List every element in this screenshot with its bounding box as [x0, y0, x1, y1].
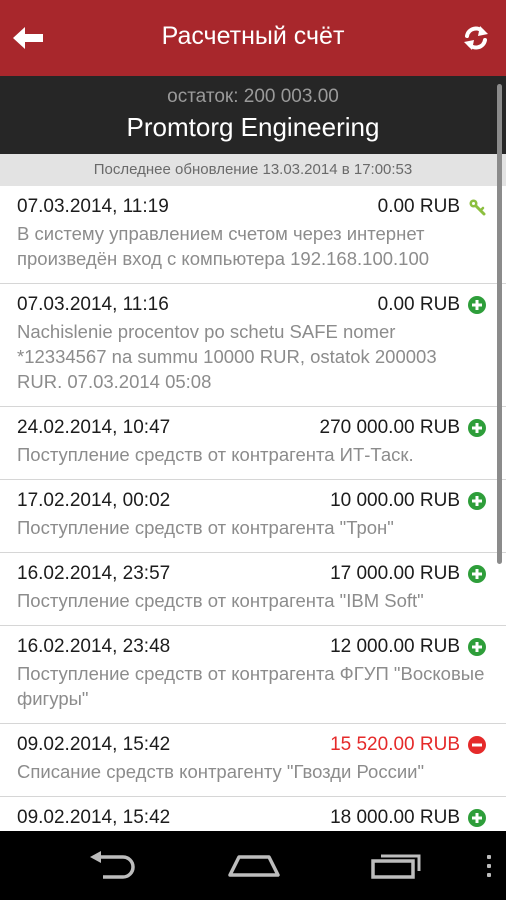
transaction-row[interactable]: 09.02.2014, 15:42 15 520.00 RUB Списание…	[0, 724, 506, 797]
minus-circle-icon	[468, 736, 486, 754]
transaction-row[interactable]: 17.02.2014, 00:02 10 000.00 RUB Поступле…	[0, 480, 506, 553]
transaction-amount: 0.00 RUB	[377, 196, 460, 217]
transaction-amount: 17 000.00 RUB	[330, 563, 460, 584]
nav-home-icon	[228, 855, 280, 877]
key-icon	[468, 198, 486, 216]
nav-recents-icon	[371, 854, 421, 879]
transaction-amount: 18 000.00 RUB	[330, 807, 460, 828]
transaction-description: Списание средств контрагенту "Гвозди Рос…	[17, 761, 425, 782]
transaction-date: 07.03.2014, 11:19	[17, 196, 169, 217]
plus-circle-icon	[468, 419, 486, 437]
transaction-row[interactable]: 16.02.2014, 23:57 17 000.00 RUB Поступле…	[0, 553, 506, 626]
transaction-row[interactable]: 09.02.2014, 15:42 18 000.00 RUB	[0, 797, 506, 831]
transaction-description: Nachislenie procentov po schetu SAFE nom…	[17, 321, 437, 392]
transaction-date: 09.02.2014, 15:42	[17, 807, 171, 828]
transaction-amount: 12 000.00 RUB	[330, 636, 460, 657]
nav-back-button[interactable]	[86, 849, 138, 881]
transaction-row[interactable]: 07.03.2014, 11:16 0.00 RUB Nachislenie p…	[0, 284, 506, 407]
system-navigation-bar	[0, 831, 506, 900]
transaction-amount: 10 000.00 RUB	[330, 490, 460, 511]
plus-circle-icon	[468, 492, 486, 510]
page-title: Расчетный счёт	[161, 22, 345, 50]
transaction-description: Поступление средств от контрагента ИТ-Та…	[17, 444, 414, 465]
app-bar: Расчетный счёт	[0, 0, 506, 76]
transaction-amount: 270 000.00 RUB	[319, 417, 461, 438]
refresh-button[interactable]	[460, 22, 492, 54]
overflow-menu-icon[interactable]	[486, 855, 492, 877]
transaction-row[interactable]: 07.03.2014, 11:19 0.00 RUB В систему упр…	[0, 186, 506, 284]
transaction-description: Поступление средств от контрагента "Трон…	[17, 517, 394, 538]
nav-recents-button[interactable]	[370, 849, 424, 881]
scrollbar[interactable]	[497, 84, 502, 564]
transaction-date: 09.02.2014, 15:42	[17, 734, 171, 755]
transaction-date: 16.02.2014, 23:48	[17, 636, 171, 657]
transaction-date: 16.02.2014, 23:57	[17, 563, 171, 584]
account-header: остаток: 200 003.00 Promtorg Engineering	[0, 76, 506, 154]
transaction-list[interactable]: 07.03.2014, 11:19 0.00 RUB В систему упр…	[0, 186, 506, 831]
plus-circle-icon	[468, 638, 486, 656]
transaction-amount: 15 520.00 RUB	[330, 734, 460, 755]
transaction-description: Поступление средств от контрагента ФГУП …	[17, 663, 485, 709]
transaction-description: Поступление средств от контрагента "IBM …	[17, 590, 424, 611]
transaction-date: 07.03.2014, 11:16	[17, 294, 169, 315]
account-balance: остаток: 200 003.00	[167, 86, 339, 107]
nav-home-button[interactable]	[226, 849, 282, 881]
plus-circle-icon	[468, 565, 486, 583]
nav-back-icon	[90, 851, 135, 879]
refresh-icon	[464, 26, 488, 50]
plus-circle-icon	[468, 296, 486, 314]
transaction-date: 17.02.2014, 00:02	[17, 490, 171, 511]
transaction-description: В систему управлением счетом через интер…	[17, 223, 430, 269]
transaction-date: 24.02.2014, 10:47	[17, 417, 171, 438]
transaction-row[interactable]: 16.02.2014, 23:48 12 000.00 RUB Поступле…	[0, 626, 506, 724]
transaction-row[interactable]: 24.02.2014, 10:47 270 000.00 RUB Поступл…	[0, 407, 506, 480]
plus-circle-icon	[468, 809, 486, 827]
last-update-bar: Последнее обновление 13.03.2014 в 17:00:…	[0, 154, 506, 186]
transaction-amount: 0.00 RUB	[377, 294, 460, 315]
account-name: Promtorg Engineering	[126, 112, 380, 142]
